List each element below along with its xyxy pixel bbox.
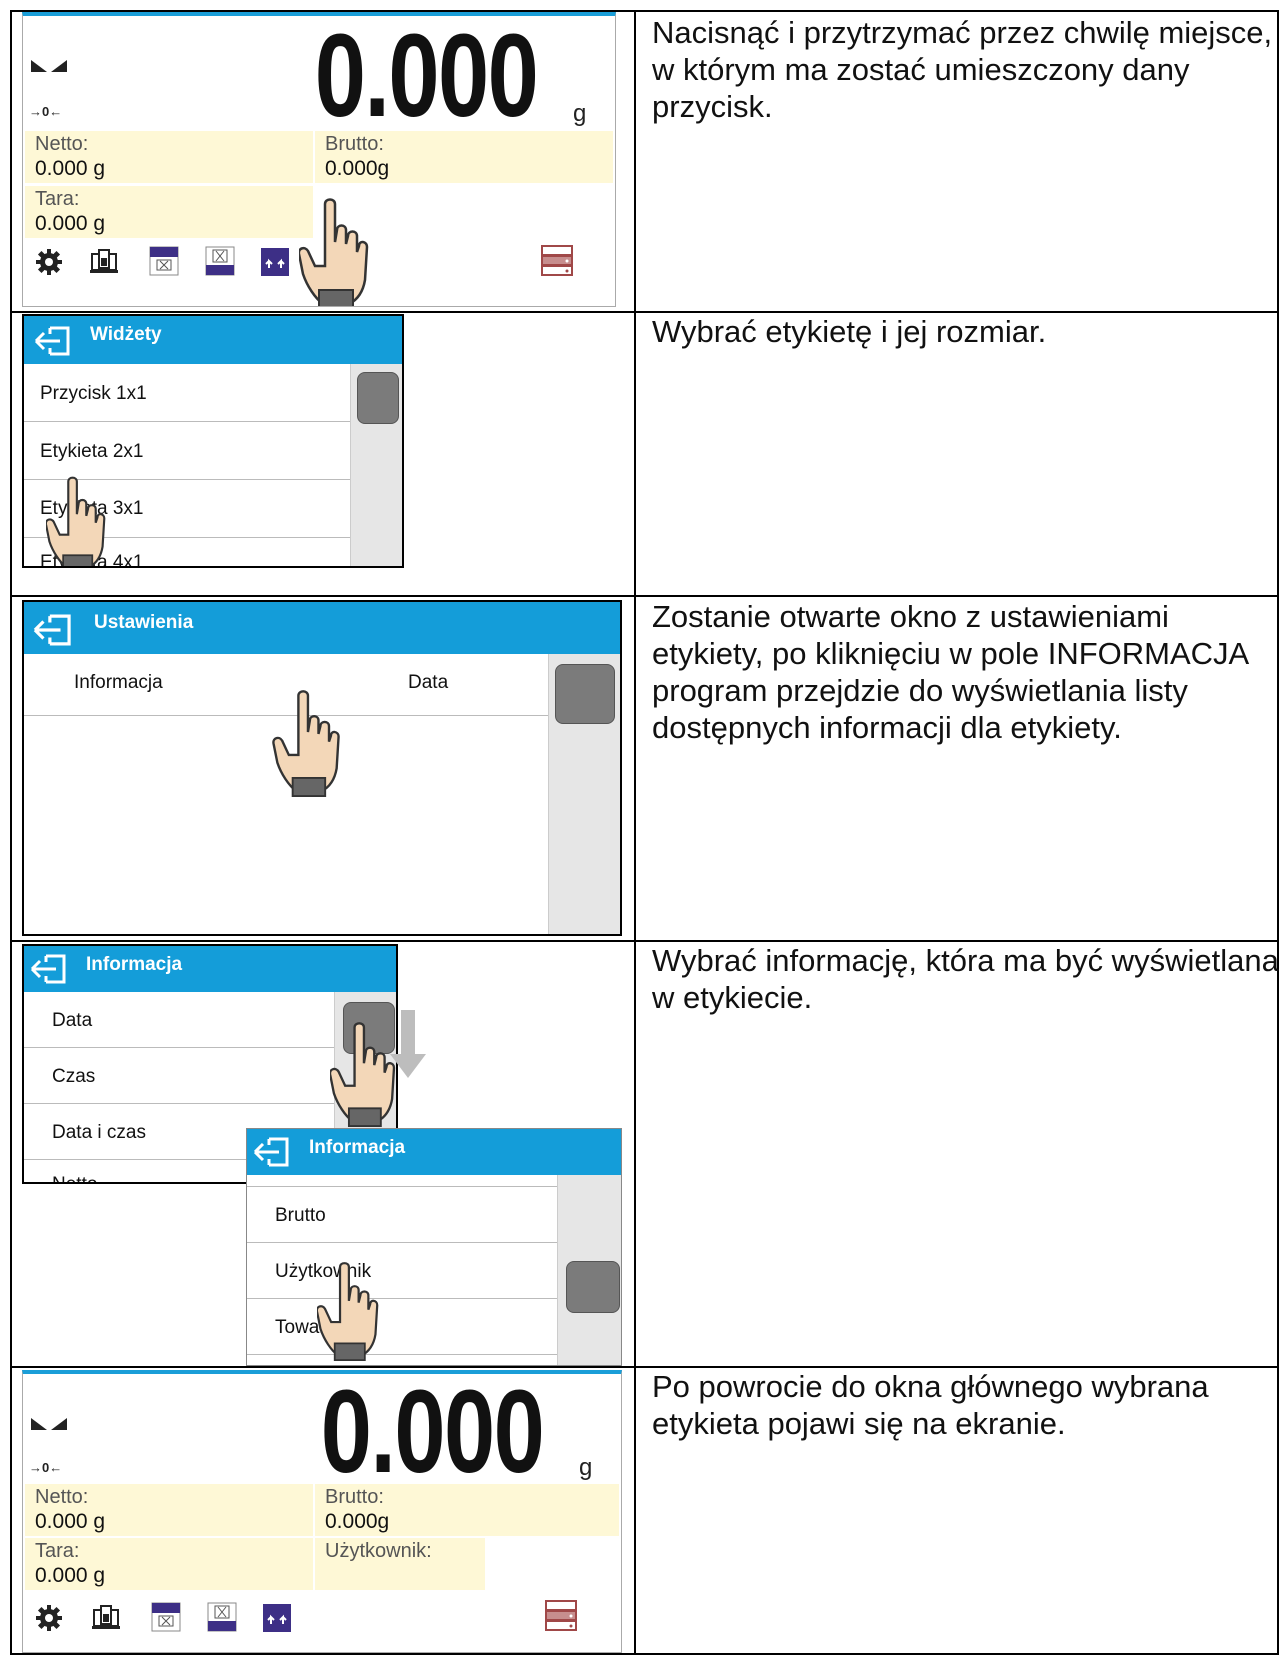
step-5-description: Po powrocie do okna głównego wybrana ety…	[652, 1369, 1209, 1441]
brutto-value: 0.000g	[325, 1510, 390, 1533]
netto-value: 0.000 g	[35, 1510, 106, 1533]
brutto-label: Brutto:	[325, 133, 384, 155]
zero-icon[interactable]	[207, 1602, 237, 1632]
information-header-2: Informacja	[247, 1129, 621, 1175]
information-title-2: Informacja	[309, 1137, 406, 1158]
information-screen-2: Informacja Brutto Użytkownik Towar	[246, 1128, 622, 1366]
gear-icon[interactable]	[35, 1604, 63, 1632]
user-label-cell: Użytkownik:	[315, 1538, 485, 1590]
tara-label: Tara:	[35, 188, 80, 210]
scrollbar[interactable]	[557, 1175, 621, 1365]
settings-title: Ustawienia	[94, 612, 194, 633]
hand-pointer-icon	[299, 198, 369, 306]
brutto-cell: Brutto: 0.000g	[315, 1484, 619, 1536]
tara-cell: Tara: 0.000 g	[25, 186, 313, 238]
scrollbar[interactable]	[350, 364, 402, 566]
print-icon[interactable]	[263, 1604, 291, 1632]
brutto-value: 0.000g	[325, 157, 390, 180]
weight-unit: g	[579, 1454, 593, 1481]
hand-pointer-icon	[317, 1262, 379, 1362]
list-item[interactable]: Przycisk 1x1	[24, 364, 350, 422]
information-title-1: Informacja	[86, 954, 183, 975]
tara-label: Tara:	[35, 1540, 80, 1562]
netto-label: Netto:	[35, 133, 89, 155]
column-divider	[634, 10, 636, 1655]
brutto-cell: Brutto: 0.000g	[315, 131, 613, 183]
gear-icon[interactable]	[35, 248, 63, 276]
information-header-1: Informacja	[24, 946, 396, 992]
database-icon[interactable]	[541, 245, 573, 276]
tara-value: 0.000 g	[35, 212, 106, 235]
zero-marker: →0←	[29, 1460, 63, 1475]
back-icon[interactable]	[30, 954, 66, 984]
settings-header: Ustawienia	[24, 602, 620, 654]
information-value: Data	[408, 672, 449, 693]
back-icon[interactable]	[32, 614, 72, 646]
tare-icon[interactable]	[151, 1602, 181, 1632]
list-item[interactable]: Brutto	[247, 1187, 557, 1243]
scrollbar-thumb[interactable]	[566, 1261, 620, 1313]
zero-icon[interactable]	[205, 246, 235, 276]
table-border-left	[10, 10, 12, 1655]
tara-cell: Tara: 0.000 g	[25, 1538, 313, 1590]
scrollbar[interactable]	[548, 654, 620, 934]
list-item[interactable]: Użytkownik	[247, 1243, 557, 1299]
widgets-header: Widżety	[24, 316, 402, 364]
netto-label: Netto:	[35, 1486, 89, 1508]
weight-display: 0.000	[314, 12, 538, 142]
print-icon[interactable]	[261, 248, 289, 276]
widgets-title: Widżety	[90, 324, 162, 345]
database-icon[interactable]	[545, 1600, 577, 1631]
netto-cell: Netto: 0.000 g	[25, 1484, 313, 1536]
list-item[interactable]: Data	[24, 992, 334, 1048]
step-1-description: Nacisnąć i przytrzymać przez chwilę miej…	[652, 15, 1273, 124]
step-3-description: Zostanie otwarte okno z ustawieniami ety…	[652, 599, 1248, 745]
weighing-screen-1: →0← 0.000 g Netto: 0.000 g Brutto: 0.000…	[22, 12, 616, 307]
scrollbar-thumb[interactable]	[357, 372, 399, 424]
weight-icon[interactable]	[91, 1604, 120, 1632]
hand-pointer-icon	[46, 476, 106, 566]
weight-display: 0.000	[320, 1370, 544, 1498]
hand-pointer-icon	[330, 1022, 396, 1128]
user-label: Użytkownik:	[325, 1540, 432, 1562]
tara-value: 0.000 g	[35, 1564, 106, 1587]
weighing-screen-2: →0← 0.000 g Netto: 0.000 g Brutto: 0.000…	[22, 1370, 622, 1653]
table-border-bottom	[10, 1653, 1279, 1655]
widgets-screen: Widżety Przycisk 1x1 Etykieta 2x1 Etykie…	[22, 314, 404, 568]
netto-value: 0.000 g	[35, 157, 106, 180]
list-item[interactable]: Etykieta 2x1	[24, 422, 350, 480]
weight-icon[interactable]	[89, 248, 118, 276]
back-icon[interactable]	[34, 326, 70, 356]
settings-screen: Ustawienia Informacja Data	[22, 600, 622, 936]
weight-unit: g	[573, 100, 587, 127]
list-item[interactable]: Czas	[24, 1048, 334, 1104]
zero-marker: →0←	[29, 104, 63, 119]
step-4-description: Wybrać informację, która ma być wyświetl…	[652, 943, 1279, 1015]
step-2-description: Wybrać etykietę i jej rozmiar.	[652, 314, 1047, 349]
hand-pointer-icon	[272, 690, 340, 798]
list-item[interactable]	[247, 1175, 557, 1187]
netto-cell: Netto: 0.000 g	[25, 131, 313, 183]
scrollbar-thumb[interactable]	[555, 664, 615, 724]
brutto-label: Brutto:	[325, 1486, 384, 1508]
back-icon[interactable]	[253, 1137, 289, 1167]
row-divider-2	[10, 595, 1279, 597]
information-label: Informacja	[74, 672, 163, 693]
tare-icon[interactable]	[149, 246, 179, 276]
list-item[interactable]: Towar	[247, 1299, 557, 1355]
